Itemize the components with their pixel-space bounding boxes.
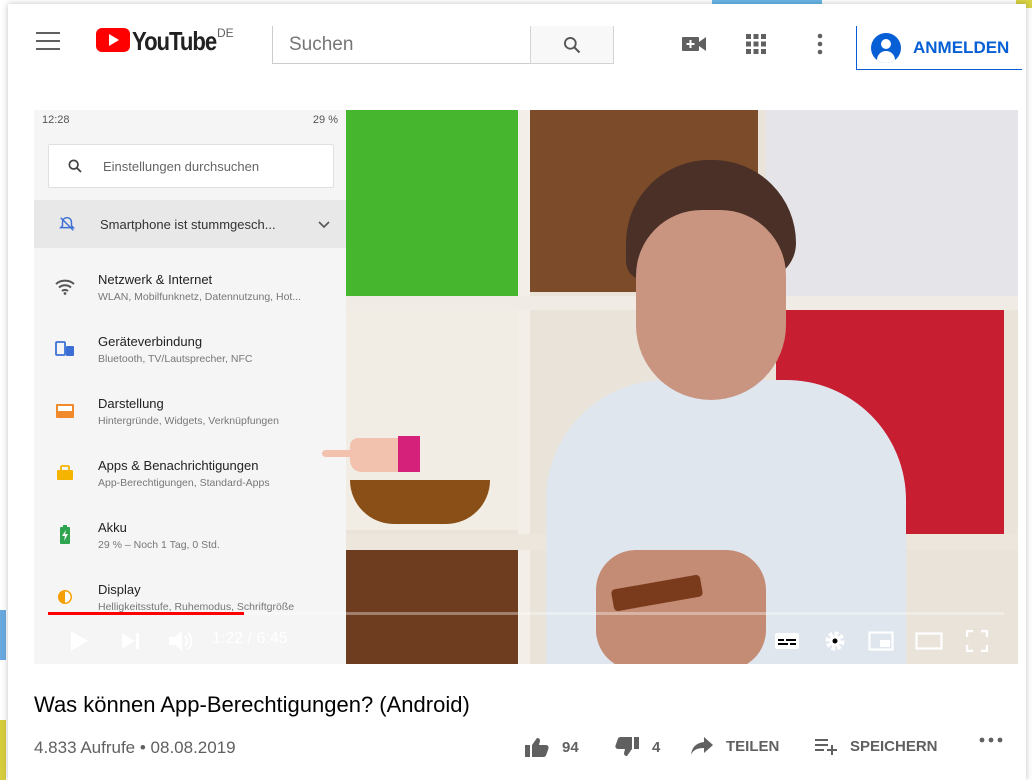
- search-icon: [67, 158, 83, 174]
- hamburger-icon[interactable]: [36, 32, 60, 50]
- item-title: Apps & Benachrichtigungen: [98, 457, 259, 473]
- miniplayer-button[interactable]: [866, 626, 896, 656]
- share-icon: [691, 737, 713, 755]
- settings-row-muted: Smartphone ist stummgesch...: [34, 200, 346, 248]
- devices-icon: [54, 338, 76, 360]
- settings-item-network: Netzwerk & Internet WLAN, Mobilfunknetz,…: [34, 256, 346, 318]
- item-subtitle: Hintergründe, Widgets, Verknüpfungen: [98, 414, 279, 427]
- masthead: YouTube DE ANMELDEN: [8, 4, 1026, 80]
- item-title: Display: [98, 581, 141, 597]
- pointing-hand-icon: [322, 436, 420, 472]
- dislike-count: 4: [652, 738, 661, 756]
- settings-search: Einstellungen durchsuchen: [48, 144, 334, 188]
- video-title: Was können App-Berechtigungen? (Android): [34, 692, 470, 717]
- fullscreen-icon: [966, 630, 988, 652]
- battery-icon: [54, 524, 76, 546]
- time-display: 1:22 / 6:45: [212, 630, 288, 647]
- save-button[interactable]: SPEICHERN: [814, 736, 938, 756]
- decorative-strip: [0, 610, 6, 660]
- search-button[interactable]: [530, 26, 614, 64]
- search-icon: [564, 36, 581, 53]
- more-vertical-icon: [817, 33, 823, 55]
- signin-label: ANMELDEN: [913, 37, 1010, 57]
- settings-search-placeholder: Einstellungen durchsuchen: [103, 158, 260, 174]
- android-status-bar: 12:28 29 %: [34, 110, 346, 132]
- share-button[interactable]: TEILEN: [690, 736, 779, 756]
- chevron-down-icon: [318, 217, 330, 232]
- playlist-add-icon: [815, 739, 837, 755]
- status-battery: 29 %: [312, 114, 338, 126]
- more-actions-button[interactable]: [978, 736, 1016, 744]
- more-horizontal-icon: [979, 737, 1003, 743]
- fullscreen-button[interactable]: [962, 626, 992, 656]
- settings-button[interactable]: [820, 626, 850, 656]
- like-button[interactable]: 94: [524, 736, 579, 758]
- muted-label: Smartphone ist stummgesch...: [100, 216, 276, 232]
- bell-off-icon: [56, 213, 78, 235]
- video-scene: [346, 110, 1018, 664]
- item-subtitle: App-Berechtigungen, Standard-Apps: [98, 476, 270, 489]
- settings-item-apps: Apps & Benachrichtigungen App-Berechtigu…: [34, 442, 346, 504]
- next-button[interactable]: [116, 626, 146, 656]
- skip-next-icon: [122, 633, 139, 649]
- wifi-icon: [54, 276, 76, 298]
- item-subtitle: Helligkeitsstufe, Ruhemodus, Schriftgröß…: [98, 600, 295, 613]
- theater-mode-button[interactable]: [914, 626, 944, 656]
- item-subtitle: Bluetooth, TV/Lautsprecher, NFC: [98, 352, 253, 365]
- theater-mode-icon: [915, 632, 943, 650]
- settings-item-display-style: Darstellung Hintergründe, Widgets, Verkn…: [34, 380, 346, 442]
- apps-button[interactable]: [742, 30, 770, 58]
- settings-item-connection: Geräteverbindung Bluetooth, TV/Lautsprec…: [34, 318, 346, 380]
- search-input[interactable]: [289, 33, 509, 56]
- settings-item-display: Display Helligkeitsstufe, Ruhemodus, Sch…: [34, 566, 346, 628]
- item-title: Darstellung: [98, 395, 164, 411]
- status-time: 12:28: [42, 114, 70, 126]
- video-camera-icon: [682, 37, 706, 51]
- subtitles-button[interactable]: [772, 626, 802, 656]
- signin-button[interactable]: ANMELDEN: [856, 26, 1022, 70]
- android-settings-overlay: 12:28 29 % Einstellungen durchsuchen Sma…: [34, 110, 346, 664]
- gear-icon: [825, 631, 845, 651]
- play-button[interactable]: [64, 626, 94, 656]
- decorative-strip: [0, 720, 6, 780]
- create-video-button[interactable]: [680, 30, 708, 58]
- subtitles-icon: [775, 633, 799, 649]
- like-count: 94: [562, 738, 579, 756]
- item-subtitle: 29 % – Noch 1 Tag, 0 Std.: [98, 538, 220, 551]
- volume-button[interactable]: [164, 626, 198, 656]
- logo-region: DE: [216, 26, 234, 40]
- apps-icon: [54, 462, 76, 484]
- search-box[interactable]: [272, 26, 530, 64]
- progress-played: [48, 612, 244, 615]
- wallpaper-icon: [54, 400, 76, 422]
- view-count-date: 4.833 Aufrufe • 08.08.2019: [34, 738, 236, 757]
- item-subtitle: WLAN, Mobilfunknetz, Datennutzung, Hot..…: [98, 290, 302, 303]
- miniplayer-icon: [868, 631, 894, 651]
- account-circle-icon: [871, 32, 901, 63]
- volume-icon: [169, 631, 193, 651]
- play-icon: [71, 631, 88, 651]
- share-label: TEILEN: [726, 737, 780, 755]
- item-title: Akku: [98, 519, 127, 535]
- thumbs-down-icon: [615, 737, 639, 756]
- item-title: Geräteverbindung: [98, 333, 203, 349]
- settings-item-battery: Akku 29 % – Noch 1 Tag, 0 Std.: [34, 504, 346, 566]
- item-title: Netzwerk & Internet: [98, 271, 213, 287]
- logo-text: YouTube: [132, 26, 217, 56]
- more-options-button[interactable]: [806, 30, 834, 58]
- youtube-logo[interactable]: YouTube DE: [96, 26, 234, 56]
- brightness-icon: [54, 586, 76, 608]
- thumbs-up-icon: [525, 738, 549, 757]
- dislike-button[interactable]: 4: [614, 736, 660, 758]
- save-label: SPEICHERN: [850, 737, 938, 755]
- apps-grid-icon: [746, 34, 766, 54]
- video-player[interactable]: 12:28 29 % Einstellungen durchsuchen Sma…: [34, 110, 1018, 664]
- youtube-play-icon: [96, 28, 130, 52]
